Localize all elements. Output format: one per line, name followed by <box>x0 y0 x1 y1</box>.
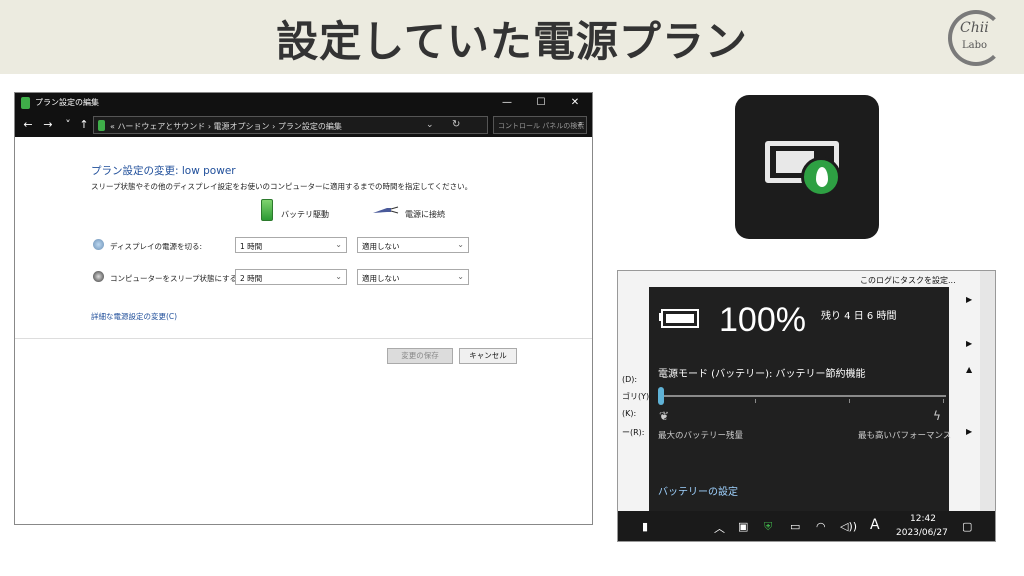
chevron-up-icon: ▲ <box>966 365 973 374</box>
sleep-plugged-select[interactable]: 適用しない ⌄ <box>357 269 469 285</box>
refresh-icon[interactable]: ↻ <box>452 119 460 130</box>
wifi-icon[interactable]: ◠ <box>816 520 826 533</box>
battery-flyout: 100% 残り 4 日 6 時間 電源モード (バッテリー): バッテリー節約機… <box>649 287 952 511</box>
search-input[interactable]: コントロール パネルの検索 ⌕ <box>493 116 587 134</box>
leaf-badge-icon <box>801 157 841 197</box>
power-mode-slider-track[interactable] <box>660 395 946 397</box>
edit-plan-window: プラン設定の編集 — ☐ ✕ ← → ˅ ↑ « ハードウェアとサウンド › 電… <box>14 92 593 525</box>
chevron-right-icon: ▶ <box>966 339 973 348</box>
plug-icon <box>373 206 399 214</box>
slider-tick <box>849 399 850 403</box>
breadcrumb[interactable]: « ハードウェアとサウンド › 電源オプション › プラン設定の編集 <box>110 121 342 132</box>
monitor-icon[interactable]: ▣ <box>738 520 748 533</box>
notification-icon[interactable]: ▢ <box>962 520 972 533</box>
logo-sub: Labo <box>962 40 988 51</box>
battery-remaining: 残り 4 日 6 時間 <box>821 311 897 322</box>
column-header-plugged: 電源に接続 <box>405 210 445 219</box>
select-value: 1 時間 <box>240 242 263 251</box>
minimize-button[interactable]: — <box>493 95 521 111</box>
control-panel-icon <box>98 120 105 131</box>
taskbar: ▮ ︿ ▣ ⛨ ▭ ◠ ◁)) A 12:42 2023/06/27 ▢ <box>618 511 995 541</box>
select-value: 2 時間 <box>240 274 263 283</box>
select-value: 適用しない <box>362 242 400 251</box>
display-off-battery-select[interactable]: 1 時間 ⌄ <box>235 237 347 253</box>
window-titlebar: プラン設定の編集 — ☐ ✕ <box>15 93 592 113</box>
background-key-text: ゴリ(Y) <box>622 392 650 401</box>
leaf-icon: ❦ <box>659 409 670 423</box>
scrollbar[interactable] <box>980 271 995 511</box>
chevron-down-icon: ⌄ <box>335 272 342 281</box>
battery-saver-app-icon <box>735 95 879 239</box>
slider-tick <box>943 399 944 403</box>
background-task-text: このログにタスクを設定... <box>860 276 956 285</box>
column-header-battery: バッテリ駆動 <box>281 210 329 219</box>
chevron-up-icon[interactable]: ︿ <box>714 520 725 536</box>
display-off-label: ディスプレイの電源を切る: <box>110 242 203 251</box>
battery-icon <box>261 199 273 221</box>
battery-settings-link[interactable]: バッテリーの設定 <box>658 483 738 498</box>
divider <box>15 338 592 339</box>
chii-labo-logo <box>948 10 1004 66</box>
page-title: プラン設定の変更: low power <box>91 165 236 177</box>
maximize-button[interactable]: ☐ <box>527 95 555 111</box>
close-button[interactable]: ✕ <box>561 95 589 111</box>
app-icon[interactable]: ▮ <box>642 520 648 533</box>
battery-percent: 100% <box>719 301 806 339</box>
slide: 設定していた電源プラン Chii Labo プラン設定の編集 — ☐ ✕ ← →… <box>0 0 1024 576</box>
power-mode-slider-thumb[interactable] <box>658 387 664 405</box>
chevron-down-icon: ⌄ <box>457 240 464 249</box>
search-placeholder: コントロール パネルの検索 <box>498 122 585 130</box>
background-key-text: (D): <box>622 375 638 384</box>
back-button[interactable]: ← <box>21 118 35 132</box>
battery-full-icon <box>659 309 699 328</box>
volume-icon[interactable]: ◁)) <box>840 520 857 533</box>
page-description: スリープ状態やその他のディスプレイ設定をお使いのコンピューターに適用するまでの時… <box>91 182 473 191</box>
sleep-label: コンピューターをスリープ状態にする: <box>110 274 240 283</box>
background-key-text: (K): <box>622 409 637 418</box>
forward-button[interactable]: → <box>41 118 55 132</box>
slider-max-label: 最も高いパフォーマンス <box>858 431 952 441</box>
clock-date[interactable]: 2023/06/27 <box>896 528 948 538</box>
sleep-icon <box>93 271 104 282</box>
up-button[interactable]: ↑ <box>77 118 91 132</box>
chevron-right-icon: ▶ <box>966 427 973 436</box>
slider-tick <box>755 399 756 403</box>
slider-min-label: 最大のバッテリー残量 <box>658 431 744 441</box>
lightning-icon: ϟ <box>933 409 941 423</box>
chevron-down-icon: ⌄ <box>335 240 342 249</box>
save-button[interactable]: 変更の保存 <box>387 348 453 364</box>
background-key-text: ー(R): <box>622 428 645 437</box>
window-title: プラン設定の編集 <box>35 98 99 107</box>
address-bar[interactable]: « ハードウェアとサウンド › 電源オプション › プラン設定の編集 ⌄ ↻ <box>93 116 488 134</box>
power-options-icon <box>21 97 30 109</box>
chevron-down-icon[interactable]: ⌄ <box>426 120 434 130</box>
search-icon[interactable]: ⌕ <box>578 119 583 129</box>
leaf-icon <box>816 167 828 187</box>
recent-dropdown-button[interactable]: ˅ <box>61 118 75 132</box>
display-icon <box>93 239 104 250</box>
chevron-right-icon: ▶ <box>966 295 973 304</box>
logo-text: Chii <box>960 20 989 36</box>
battery-flyout-screenshot: このログにタスクを設定... ▶ ▶ ▲ ▶ (D): ゴリ(Y) (K): ー… <box>617 270 996 542</box>
chevron-down-icon: ⌄ <box>457 272 464 281</box>
ime-indicator[interactable]: A <box>870 517 880 533</box>
cancel-button[interactable]: キャンセル <box>459 348 517 364</box>
display-off-plugged-select[interactable]: 適用しない ⌄ <box>357 237 469 253</box>
advanced-settings-link[interactable]: 詳細な電源設定の変更(C) <box>91 311 177 322</box>
clock-time[interactable]: 12:42 <box>910 514 936 524</box>
sleep-battery-select[interactable]: 2 時間 ⌄ <box>235 269 347 285</box>
address-bar-row: ← → ˅ ↑ « ハードウェアとサウンド › 電源オプション › プラン設定の… <box>15 113 592 137</box>
security-icon[interactable]: ⛨ <box>764 520 772 534</box>
select-value: 適用しない <box>362 274 400 283</box>
slide-title: 設定していた電源プラン <box>276 17 748 66</box>
power-mode-label: 電源モード (バッテリー): バッテリー節約機能 <box>658 369 866 380</box>
battery-tray-icon[interactable]: ▭ <box>790 520 800 533</box>
